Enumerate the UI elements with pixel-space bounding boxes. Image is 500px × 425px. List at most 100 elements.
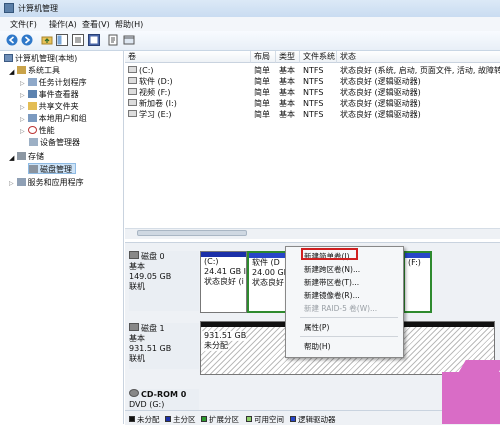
menu-separator (300, 336, 398, 337)
column-layout[interactable]: 布局 (251, 51, 276, 63)
title-bar: 计算机管理 (0, 0, 500, 18)
tree-root[interactable]: 计算机管理(本地) (4, 53, 77, 64)
window-title: 计算机管理 (18, 4, 58, 13)
unallocated-size: 931.51 GB (201, 331, 247, 341)
tree-local-users[interactable]: ▷ 本地用户和组 (20, 113, 87, 124)
menu-action[interactable]: 操作(A) (49, 19, 77, 30)
menu-properties[interactable]: 属性(P) (304, 322, 329, 333)
volume-type: 基本 (279, 77, 295, 86)
toolbar (0, 31, 500, 51)
menu-new-spanned-volume[interactable]: 新建跨区卷(N)... (304, 264, 360, 275)
console-tree-icon[interactable] (56, 34, 68, 46)
disk-type: 基本 (129, 334, 145, 343)
menu-new-raid5-volume: 新建 RAID-5 卷(W)... (304, 304, 378, 313)
disk-name: 磁盘 0 (141, 252, 165, 261)
volume-type: 基本 (279, 88, 295, 97)
device-manager-icon (29, 138, 38, 146)
highlight-box (301, 248, 358, 260)
tools-icon (17, 66, 26, 74)
help-icon[interactable] (88, 34, 100, 46)
cdrom-drive: DVD (G:) (129, 400, 165, 409)
partition-d[interactable]: 软件 (D 24.00 GB 状态良好 (247, 251, 287, 313)
expand-icon[interactable]: ▷ (20, 92, 25, 99)
drive-icon (128, 88, 137, 95)
partition-f[interactable]: (F:) (403, 251, 432, 313)
partition-size: 24.41 GB I (204, 267, 247, 276)
menu-view[interactable]: 查看(V) (82, 19, 110, 30)
table-row[interactable]: 视频 (F:) 简单 基本 NTFS 状态良好 (逻辑驱动器) (125, 87, 500, 98)
scrollbar-thumb[interactable] (137, 230, 247, 236)
volume-name: (C:) (139, 66, 154, 75)
menu-new-mirrored-volume[interactable]: 新建镜像卷(R)... (304, 290, 360, 301)
column-type[interactable]: 类型 (276, 51, 300, 63)
column-status[interactable]: 状态 (337, 51, 500, 63)
drive-icon (128, 66, 137, 73)
table-row[interactable]: 新加卷 (I:) 简单 基本 NTFS 状态良好 (逻辑驱动器) (125, 98, 500, 109)
expand-icon[interactable]: ▷ (20, 116, 25, 123)
partition-size: 24.00 GB (252, 268, 287, 277)
table-row[interactable]: (C:) 简单 基本 NTFS 状态良好 (系统, 启动, 页面文件, 活动, … (125, 65, 500, 76)
partition-c[interactable]: (C:) 24.41 GB I 状态良好 (i (200, 251, 247, 313)
partition-label: 软件 (D (252, 258, 280, 267)
disk-management-icon (29, 165, 38, 173)
volume-status: 状态良好 (逻辑驱动器) (340, 77, 421, 86)
partition-label: (C:) (204, 257, 219, 266)
disk-status: 联机 (129, 282, 145, 291)
computer-icon (4, 54, 13, 62)
volume-layout: 简单 (254, 88, 270, 97)
legend-primary: 主分区 (165, 414, 196, 425)
expand-icon[interactable]: ▷ (20, 80, 25, 87)
menu-help[interactable]: 帮助(H) (304, 341, 331, 352)
menu-file[interactable]: 文件(F) (10, 19, 37, 30)
tree-shared-folders[interactable]: ▷ 共享文件夹 (20, 101, 79, 112)
volume-filesystem: NTFS (303, 88, 324, 97)
tree-disk-management[interactable]: 磁盘管理 (28, 163, 76, 174)
volume-layout: 简单 (254, 66, 270, 75)
volume-status: 状态良好 (逻辑驱动器) (340, 88, 421, 97)
volume-filesystem: NTFS (303, 110, 324, 119)
forward-icon[interactable] (21, 34, 33, 46)
menu-help[interactable]: 帮助(H) (115, 19, 143, 30)
collapse-icon[interactable]: ◢ (9, 153, 15, 162)
users-icon (27, 114, 37, 122)
column-volume[interactable]: 卷 (125, 51, 251, 63)
drive-icon (128, 110, 137, 117)
disk-name: 磁盘 1 (141, 324, 165, 333)
cdrom-info[interactable]: CD-ROM 0 DVD (G:) (129, 389, 199, 411)
expand-icon[interactable]: ▷ (20, 104, 25, 111)
table-row[interactable]: 软件 (D:) 简单 基本 NTFS 状态良好 (逻辑驱动器) (125, 76, 500, 87)
tree-task-scheduler[interactable]: ▷ 任务计划程序 (20, 77, 87, 88)
volume-layout: 简单 (254, 77, 270, 86)
expand-icon[interactable]: ▷ (20, 128, 25, 135)
volume-type: 基本 (279, 110, 295, 119)
tree-system-tools[interactable]: ◢ 系统工具 (9, 65, 60, 76)
legend-swatch (290, 416, 296, 422)
tree-device-manager[interactable]: 设备管理器 (29, 137, 80, 148)
folder-up-icon[interactable] (41, 34, 53, 46)
disk-size: 931.51 GB (129, 344, 172, 353)
tree-performance[interactable]: ▷ 性能 (20, 125, 55, 136)
volume-name: 软件 (D:) (139, 77, 173, 86)
tree-services[interactable]: ▷ 服务和应用程序 (9, 177, 84, 188)
view-icon[interactable] (123, 34, 135, 46)
column-filesystem[interactable]: 文件系统 (300, 51, 337, 63)
event-viewer-icon (27, 90, 37, 98)
performance-icon (27, 126, 37, 134)
collapse-icon[interactable]: ◢ (9, 67, 15, 76)
disk0-info[interactable]: 磁盘 0 基本 149.05 GB 联机 (129, 251, 199, 311)
menu-new-striped-volume[interactable]: 新建带区卷(T)... (304, 277, 359, 288)
volume-filesystem: NTFS (303, 77, 324, 86)
disk-icon (129, 323, 139, 331)
table-row[interactable]: 学习 (E:) 简单 基本 NTFS 状态良好 (逻辑驱动器) (125, 109, 500, 120)
properties-icon[interactable] (72, 34, 84, 46)
export-icon[interactable] (107, 34, 119, 46)
console-tree: 计算机管理(本地) ◢ 系统工具 ▷ 任务计划程序 ▷ 事件查看器 ▷ 共享文件夹 ▷ 本… (0, 51, 124, 424)
volume-type: 基本 (279, 99, 295, 108)
back-icon[interactable] (6, 34, 18, 46)
computer-management-icon (4, 3, 14, 13)
expand-icon[interactable]: ▷ (9, 180, 14, 187)
tree-storage[interactable]: ◢ 存储 (9, 151, 44, 162)
tree-event-viewer[interactable]: ▷ 事件查看器 (20, 89, 79, 100)
volume-list: 卷 布局 类型 文件系统 状态 (C:) 简单 基本 NTFS 状态良好 (系统… (125, 51, 500, 231)
disk1-info[interactable]: 磁盘 1 基本 931.51 GB 联机 (129, 323, 199, 369)
